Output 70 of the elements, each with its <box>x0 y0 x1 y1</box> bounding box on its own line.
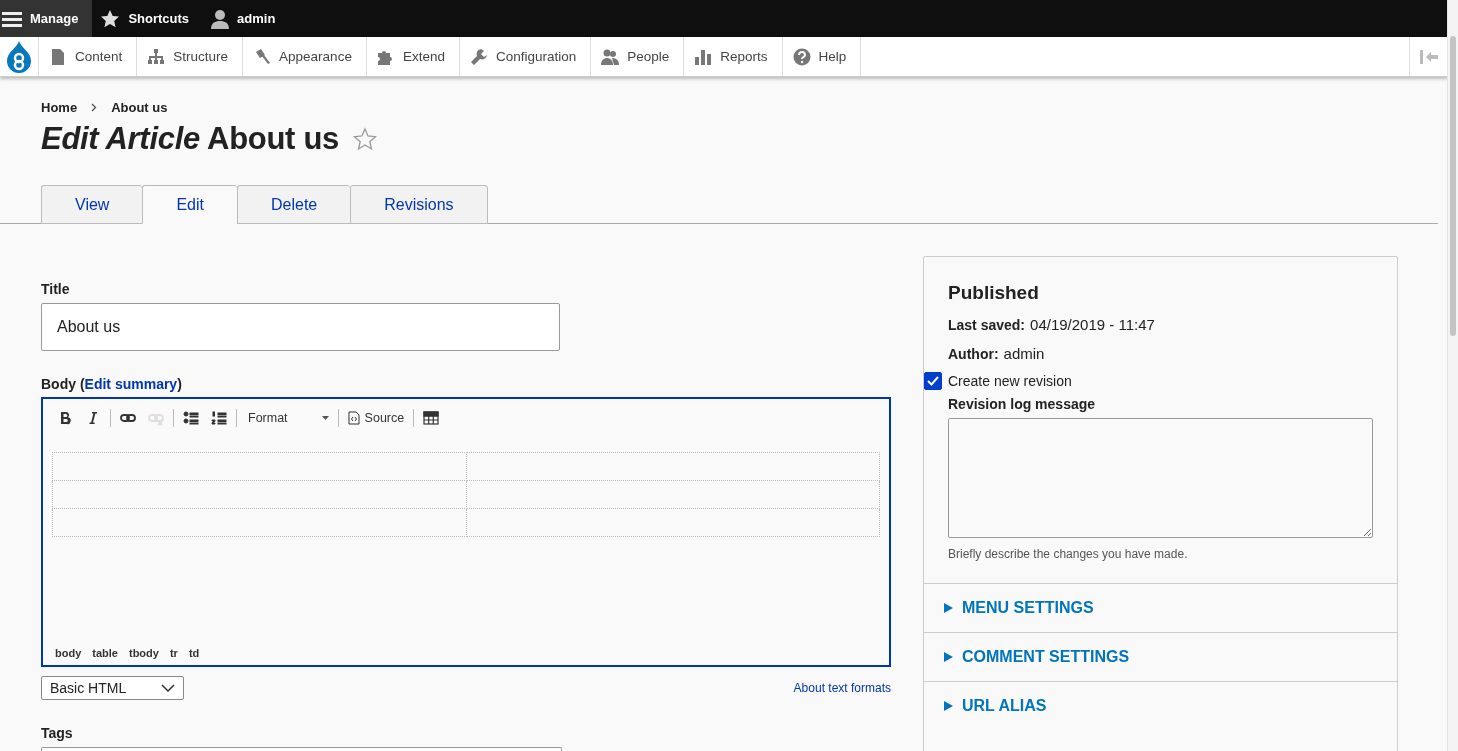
admin-menu-item[interactable]: Help <box>782 37 862 76</box>
admin-menu-item[interactable]: Reports <box>684 37 783 76</box>
star-icon <box>100 8 121 29</box>
edit-summary-link[interactable]: Edit summary <box>84 376 178 392</box>
table-icon <box>423 410 440 426</box>
element-path-link[interactable]: body <box>55 647 82 659</box>
page-title: Edit Article About us <box>41 121 339 157</box>
triangle-icon <box>944 701 953 711</box>
element-path-link[interactable]: td <box>188 647 200 659</box>
tab[interactable]: View <box>41 185 143 224</box>
collapsible-section[interactable]: MENU SETTINGS <box>924 583 1397 632</box>
admin-menu-item[interactable]: Appearance <box>243 37 367 76</box>
admin-menu-item[interactable]: People <box>591 37 685 76</box>
scrollbar-thumb[interactable] <box>1450 36 1456 336</box>
admin-menu-item[interactable]: Content <box>39 37 138 76</box>
meta-label: Author: <box>948 346 999 362</box>
chevron-down-icon <box>161 684 175 692</box>
revision-log-field[interactable] <box>948 418 1373 538</box>
hammer-icon <box>253 47 272 66</box>
star-icon[interactable] <box>353 127 377 151</box>
about-text-formats-link[interactable]: About text formats <box>793 681 891 695</box>
meta-label: Last saved: <box>948 317 1026 333</box>
revision-checkbox[interactable] <box>924 372 942 390</box>
element-path-link[interactable]: tr <box>169 647 178 659</box>
last-saved-date: 04/19/2019 - 11:47 <box>1030 316 1155 333</box>
tab[interactable]: Revisions <box>350 185 488 224</box>
status-heading: Published <box>948 282 1040 304</box>
source-button[interactable]: Source <box>341 408 411 428</box>
toolbar-tab[interactable]: Manage <box>0 0 93 37</box>
bar-chart-icon <box>694 47 713 66</box>
wrench-icon <box>469 47 488 66</box>
field-label: Body ( <box>41 376 85 392</box>
breadcrumb-link[interactable]: About us <box>111 100 168 115</box>
field-label: Title <box>41 281 71 297</box>
admin-menu-item[interactable]: Structure <box>137 37 244 76</box>
bulleted-list-icon <box>183 410 199 426</box>
collapsible-section[interactable]: COMMENT SETTINGS <box>924 632 1397 681</box>
element-path-link[interactable]: tbody <box>128 647 159 659</box>
user-icon <box>211 8 230 29</box>
triangle-icon <box>944 652 953 662</box>
hierarchy-icon <box>147 47 166 66</box>
admin-menu-item[interactable]: Extend <box>366 37 460 76</box>
field-label: Tags <box>41 725 74 741</box>
breadcrumb-link[interactable]: Home <box>41 100 78 115</box>
people-icon <box>601 47 620 66</box>
toolbar-tab[interactable]: Shortcuts <box>92 0 204 37</box>
field-label: Revision log message <box>948 396 1097 412</box>
help-icon <box>792 47 811 66</box>
caret-icon <box>321 416 329 420</box>
format-dropdown[interactable]: Format <box>240 411 335 425</box>
tab[interactable]: Edit <box>142 185 237 224</box>
title-field[interactable]: About us <box>41 303 560 351</box>
checkbox-label: Create new revision <box>948 373 1072 389</box>
menu-icon <box>2 10 22 27</box>
triangle-icon <box>944 603 953 613</box>
field-label: ) <box>177 376 182 392</box>
toolbar-tab[interactable]: admin <box>203 0 290 37</box>
author-name: admin <box>1003 345 1045 362</box>
tab[interactable]: Delete <box>236 185 351 224</box>
collapse-arrow-icon <box>1419 48 1439 65</box>
field-description: Briefly describe the changes you have made. <box>948 547 1189 561</box>
rich-text-editor[interactable]: Format Source body table tbody tr td <box>41 397 891 667</box>
numbered-list-icon <box>211 410 227 426</box>
text-format-select[interactable]: Basic HTML <box>41 676 184 700</box>
element-path-link[interactable]: table <box>92 647 118 659</box>
admin-menu-item[interactable]: Configuration <box>459 37 592 76</box>
chevron-icon <box>91 103 98 112</box>
document-icon <box>49 47 67 66</box>
code-file-icon <box>347 411 360 425</box>
collapsible-section[interactable]: URL ALIAS <box>924 681 1397 730</box>
